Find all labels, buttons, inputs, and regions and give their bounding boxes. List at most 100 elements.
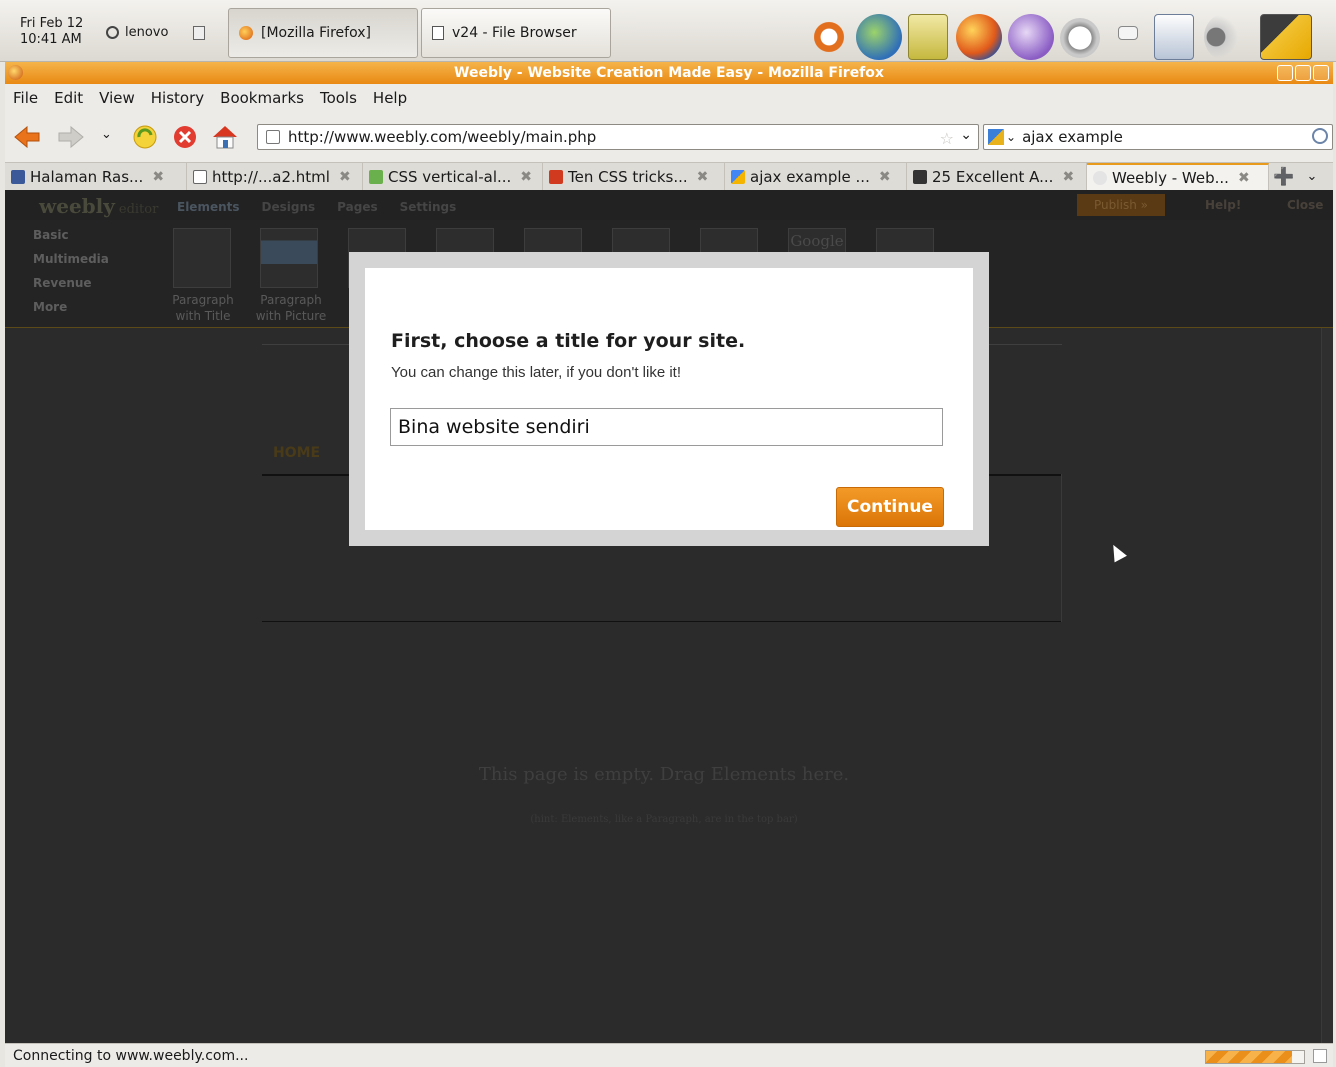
- tab-designs[interactable]: Designs: [262, 200, 316, 214]
- web-page: weebly editor Elements Designs Pages Sett…: [5, 190, 1333, 1043]
- new-tab-button[interactable]: ➕: [1269, 163, 1299, 190]
- user-name: lenovo: [125, 25, 169, 40]
- trash-icon[interactable]: [908, 14, 948, 60]
- continue-button[interactable]: Continue: [836, 487, 944, 527]
- system-tray: [804, 6, 1334, 60]
- network-icon[interactable]: [1154, 14, 1194, 60]
- close-window-button[interactable]: [1313, 65, 1329, 81]
- weebly-topbar: weebly editor Elements Designs Pages Sett…: [5, 190, 1333, 220]
- maximize-button[interactable]: [1295, 65, 1311, 81]
- show-desktop-icon[interactable]: [193, 26, 205, 40]
- minimize-button[interactable]: [1277, 65, 1293, 81]
- tab-loading-icon: [1093, 171, 1107, 185]
- tab-close-icon[interactable]: ✖: [152, 169, 164, 185]
- category-revenue[interactable]: Revenue: [33, 276, 109, 290]
- tab-label: Weebly - Web...: [1112, 169, 1229, 187]
- element-thumb-paragraph-title[interactable]: [173, 228, 231, 288]
- weebly-logo: weebly editor: [39, 194, 158, 218]
- home-icon[interactable]: [211, 123, 239, 151]
- tab-settings[interactable]: Settings: [400, 200, 457, 214]
- tab-ajax-example[interactable]: ajax example ... ✖: [725, 163, 907, 191]
- window-titlebar[interactable]: Weebly - Website Creation Made Easy - Mo…: [5, 62, 1333, 84]
- tab-close-icon[interactable]: ✖: [1238, 170, 1250, 186]
- element-label-paragraph-picture: Paragraph with Picture: [251, 292, 331, 324]
- menu-bookmarks[interactable]: Bookmarks: [220, 89, 304, 107]
- menu-history[interactable]: History: [151, 89, 204, 107]
- search-bar[interactable]: ⌄ ajax example: [983, 124, 1333, 150]
- status-text: Connecting to www.weebly.com...: [13, 1048, 249, 1064]
- bookmark-star-icon[interactable]: ☆: [940, 129, 954, 148]
- taskbar-firefox[interactable]: [Mozilla Firefox]: [228, 8, 418, 58]
- menu-file[interactable]: File: [13, 89, 38, 107]
- search-icon[interactable]: [1312, 128, 1328, 144]
- url-bar[interactable]: http://www.weebly.com/weebly/main.php ☆ …: [257, 124, 979, 150]
- element-thumb-paragraph-picture[interactable]: [260, 228, 318, 288]
- tab-list-dropdown-icon[interactable]: ⌄: [1299, 163, 1325, 190]
- tab-close-icon[interactable]: ✖: [697, 169, 709, 185]
- empty-page-hint: (hint: Elements, like a Paragraph, are i…: [530, 814, 798, 825]
- menu-edit[interactable]: Edit: [54, 89, 83, 107]
- reload-icon[interactable]: [131, 123, 159, 151]
- firefox-window-icon: [8, 65, 23, 80]
- tab-close-icon[interactable]: ✖: [520, 169, 532, 185]
- ubuntu-icon[interactable]: [806, 14, 852, 60]
- clock[interactable]: Fri Feb 12 10:41 AM: [20, 16, 83, 48]
- element-label-paragraph-title: Paragraph with Title: [165, 292, 241, 324]
- tab-elements[interactable]: Elements: [177, 200, 240, 214]
- tab-25-excellent[interactable]: 25 Excellent A... ✖: [907, 163, 1087, 191]
- tab-close-icon[interactable]: ✖: [339, 169, 351, 185]
- help-link[interactable]: Help!: [1205, 198, 1241, 212]
- weebly-logo-text: weebly: [39, 194, 115, 218]
- page-scrollbar[interactable]: [1321, 328, 1333, 1043]
- volume-icon[interactable]: [1204, 14, 1244, 60]
- tab-css-vertical[interactable]: CSS vertical-al... ✖: [363, 163, 543, 191]
- menu-tools[interactable]: Tools: [320, 89, 357, 107]
- publish-button[interactable]: Publish »: [1077, 194, 1165, 216]
- tab-a2-html[interactable]: http://...a2.html ✖: [187, 163, 363, 191]
- firefox-launcher-icon[interactable]: [956, 14, 1002, 60]
- taskbar-file-browser[interactable]: v24 - File Browser: [421, 8, 611, 58]
- category-multimedia[interactable]: Multimedia: [33, 252, 109, 266]
- dialog-subtitle: You can change this later, if you don't …: [391, 364, 681, 381]
- pidgin-icon[interactable]: [1008, 14, 1054, 60]
- history-dropdown-icon[interactable]: ⌄: [101, 127, 112, 142]
- file-browser-icon: [432, 26, 444, 40]
- tab-css-tricks[interactable]: Ten CSS tricks... ✖: [543, 163, 725, 191]
- mail-icon[interactable]: [1118, 26, 1138, 40]
- category-more[interactable]: More: [33, 300, 109, 314]
- back-arrow-icon[interactable]: [13, 123, 41, 151]
- close-link[interactable]: Close: [1287, 198, 1323, 212]
- display-icon[interactable]: [1260, 14, 1312, 60]
- tab-pages[interactable]: Pages: [337, 200, 377, 214]
- clock-app-icon[interactable]: [1060, 18, 1100, 58]
- element-label-line: with Picture: [255, 309, 327, 323]
- tab-label: ajax example ...: [750, 168, 870, 186]
- site-title-input[interactable]: Bina website sendiri: [390, 408, 943, 446]
- element-label-line: Paragraph: [260, 293, 322, 307]
- globe-icon[interactable]: [856, 14, 902, 60]
- tab-close-icon[interactable]: ✖: [879, 169, 891, 185]
- tab-favicon: [193, 170, 207, 184]
- weebly-main-tabs: Elements Designs Pages Settings: [177, 200, 456, 214]
- window-controls: [1277, 65, 1329, 81]
- menu-view[interactable]: View: [99, 89, 135, 107]
- canvas-right-edge: [1061, 474, 1062, 622]
- category-basic[interactable]: Basic: [33, 228, 109, 242]
- site-identity-icon[interactable]: [266, 130, 280, 144]
- tab-close-icon[interactable]: ✖: [1062, 169, 1074, 185]
- tab-weebly[interactable]: Weebly - Web... ✖: [1087, 163, 1269, 191]
- search-engine-icon[interactable]: [988, 129, 1004, 145]
- tab-halaman[interactable]: Halaman Ras... ✖: [5, 163, 187, 191]
- tab-favicon: [549, 170, 563, 184]
- status-bar: Connecting to www.weebly.com...: [5, 1043, 1333, 1067]
- site-nav-home[interactable]: HOME: [273, 445, 320, 461]
- url-dropdown-icon[interactable]: ⌄: [960, 127, 972, 143]
- element-label-line: with Title: [175, 309, 231, 323]
- menu-help[interactable]: Help: [373, 89, 407, 107]
- search-engine-dropdown-icon[interactable]: ⌄: [1006, 130, 1016, 144]
- user-switcher[interactable]: lenovo: [106, 25, 168, 40]
- status-page-icon: [1313, 1049, 1327, 1063]
- stop-icon[interactable]: [171, 123, 199, 151]
- forward-arrow-icon[interactable]: [57, 123, 85, 151]
- tab-favicon: [369, 170, 383, 184]
